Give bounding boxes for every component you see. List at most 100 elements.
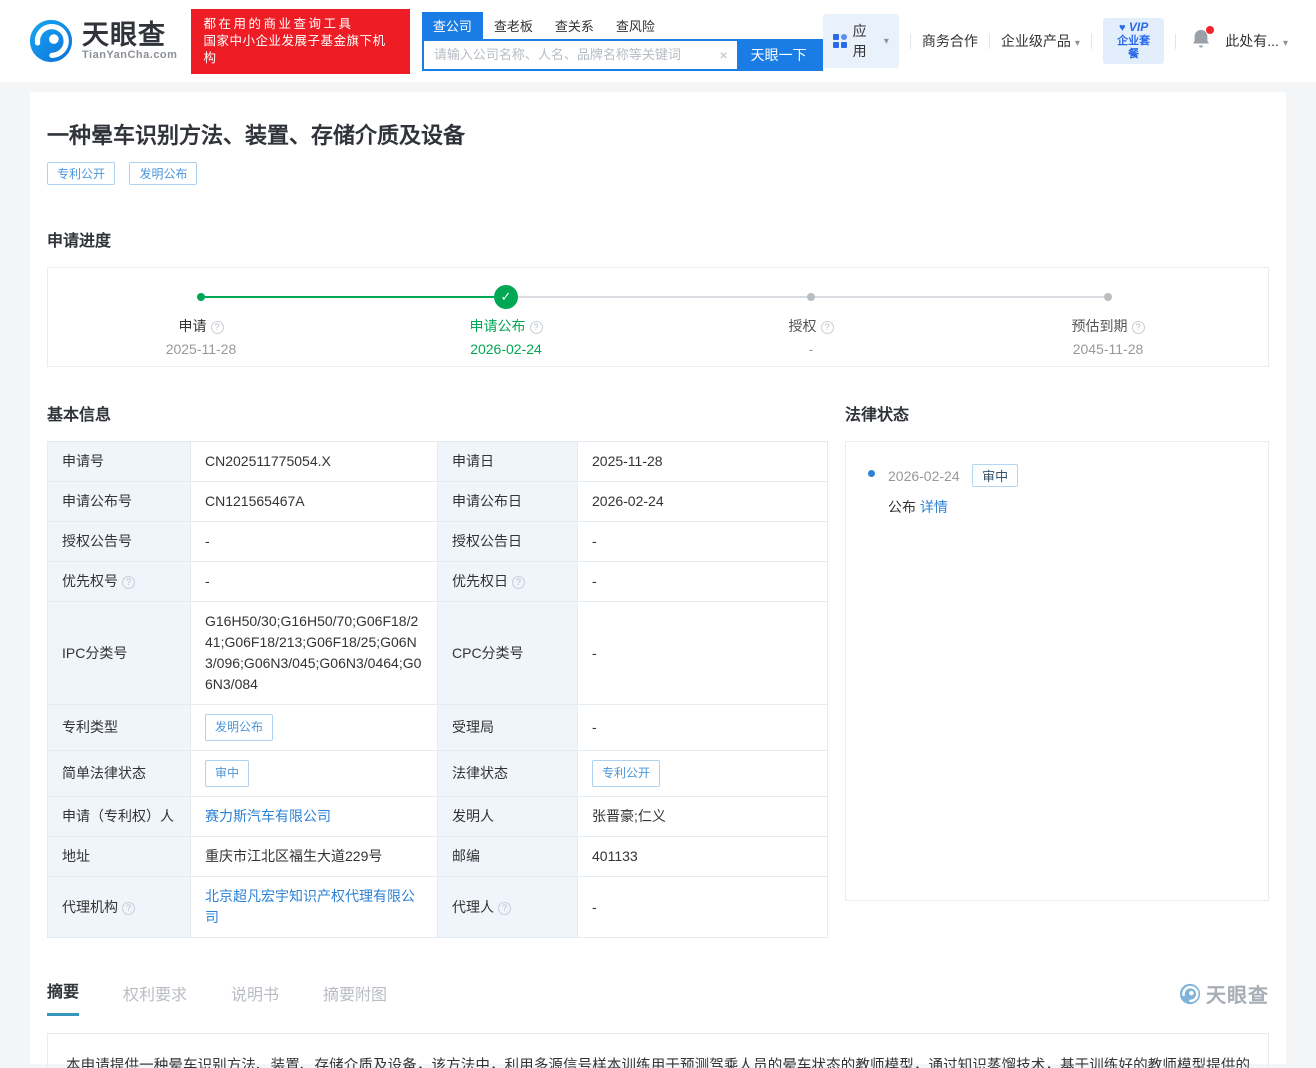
field-label: 地址 — [47, 836, 191, 877]
tab-claims[interactable]: 权利要求 — [123, 981, 187, 1016]
field-value: 发明公布 — [190, 704, 438, 751]
field-value: - — [577, 704, 828, 751]
title-tags: 专利公开 发明公布 — [47, 162, 1269, 185]
apps-grid-icon — [832, 34, 847, 48]
clear-icon[interactable]: × — [711, 41, 737, 69]
status-badge: 审中 — [205, 760, 250, 787]
eye-logo-icon — [29, 19, 73, 63]
progress-step: 申请公布? 2026-02-24 — [469, 318, 543, 357]
agency-link[interactable]: 北京超凡宏宇知识产权代理有限公司 — [205, 888, 415, 925]
timeline-segment-done — [201, 296, 506, 298]
applicant-link[interactable]: 赛力斯汽车有限公司 — [205, 808, 331, 824]
tab-description[interactable]: 说明书 — [231, 981, 279, 1016]
field-value: 重庆市江北区福生大道229号 — [190, 836, 438, 877]
legal-action: 公布 — [888, 499, 916, 515]
field-label: 专利类型 — [47, 704, 191, 751]
field-value: 专利公开 — [577, 750, 828, 797]
field-value: 401133 — [577, 836, 828, 877]
search-tab-risk[interactable]: 查风险 — [605, 12, 666, 39]
field-value: - — [190, 521, 438, 562]
help-icon[interactable]: ? — [1131, 321, 1145, 334]
table-row: 地址 重庆市江北区福生大道229号 邮编 401133 — [47, 836, 828, 877]
field-value: - — [577, 521, 828, 562]
tab-abstract[interactable]: 摘要 — [47, 978, 80, 1016]
search-box: × 天眼一下 — [421, 38, 823, 71]
slogan-line1: 都在用的商业查询工具 — [203, 16, 354, 31]
field-label: 邮编 — [437, 836, 578, 877]
notification-dot — [1206, 25, 1215, 34]
field-label: 申请（专利权）人 — [47, 796, 191, 837]
help-icon[interactable]: ? — [529, 321, 543, 334]
legal-status-date: 2026-02-24 — [888, 468, 960, 484]
field-label: 受理局 — [437, 704, 578, 751]
details-link[interactable]: 详情 — [920, 499, 948, 515]
chevron-down-icon: ▾ — [1074, 38, 1080, 49]
step-dot-done — [197, 293, 205, 301]
search-tab-boss[interactable]: 查老板 — [483, 12, 544, 39]
top-bar: 天眼查 TianYanCha.com 都在用的商业查询工具 国家中小企业发展子基… — [0, 0, 1316, 82]
apps-menu[interactable]: 应用 ▾ — [822, 14, 899, 68]
field-value: 北京超凡宏宇知识产权代理有限公司 — [190, 876, 438, 938]
tianyancha-logo[interactable]: 天眼查 TianYanCha.com — [28, 18, 177, 64]
field-value: - — [190, 561, 438, 602]
user-menu[interactable]: 此处有... ▾ — [1225, 31, 1288, 51]
timeline-segment-pending — [506, 296, 811, 298]
field-label: 申请号 — [47, 441, 191, 482]
basic-info-title: 基本信息 — [47, 407, 112, 424]
abstract-text: 本申请提供一种晕车识别方法、装置、存储介质及设备，该方法中，利用多源信号样本训练… — [66, 1058, 1250, 1068]
nav-enterprise-products[interactable]: 企业级产品 ▾ — [1001, 31, 1080, 51]
nav-biz-cooperation[interactable]: 商务合作 — [922, 31, 978, 51]
field-label: 发明人 — [437, 796, 578, 837]
table-row: 优先权号? - 优先权日? - — [47, 561, 828, 602]
legal-status-title: 法律状态 — [845, 407, 910, 424]
help-icon[interactable]: ? — [122, 576, 135, 589]
page-title: 一种晕车识别方法、装置、存储介质及设备 — [47, 123, 466, 148]
chevron-down-icon: ▾ — [883, 35, 889, 47]
detail-tabs: 摘要 权利要求 说明书 摘要附图 天眼查 — [47, 978, 1269, 1016]
help-icon[interactable]: ? — [210, 321, 224, 334]
help-icon[interactable]: ? — [498, 901, 511, 915]
help-icon[interactable]: ? — [820, 321, 834, 334]
slogan-line2: 国家中小企业发展子基金旗下机构 — [203, 33, 386, 65]
logo-text-cn: 天眼查 — [82, 20, 166, 50]
slogan-badge: 都在用的商业查询工具 国家中小企业发展子基金旗下机构 — [191, 8, 410, 74]
tab-abstract-figure[interactable]: 摘要附图 — [323, 981, 387, 1016]
field-value: - — [577, 561, 828, 602]
legal-status-item: 2026-02-24 审中 公布 详情 — [866, 464, 1248, 517]
progress-timeline: ✓ 申请? 2025-11-28 申请公布? 2026-02-24 授权? - … — [47, 267, 1269, 367]
field-label: 优先权号? — [47, 561, 191, 602]
help-icon[interactable]: ? — [122, 901, 135, 915]
field-label: 简单法律状态 — [47, 750, 191, 797]
progress-step: 预估到期? 2045-11-28 — [1071, 318, 1145, 357]
search-button[interactable]: 天眼一下 — [736, 40, 821, 69]
vip-package-badge[interactable]: ♥ VIP 企业套餐 — [1102, 18, 1165, 64]
search-input[interactable] — [423, 40, 711, 69]
help-icon[interactable]: ? — [512, 576, 525, 589]
patent-type-tag: 发明公布 — [129, 162, 198, 185]
step-dot-pending — [807, 293, 815, 301]
search-widget: 查公司 查老板 查关系 查风险 × 天眼一下 — [421, 11, 823, 71]
field-label: 优先权日? — [437, 561, 578, 602]
search-tab-relation[interactable]: 查关系 — [544, 12, 605, 39]
search-tab-company[interactable]: 查公司 — [421, 11, 483, 39]
table-row: 申请号 CN202511775054.X 申请日 2025-11-28 — [47, 441, 828, 482]
field-label: 授权公告日 — [437, 521, 578, 562]
logo-text-en: TianYanCha.com — [82, 49, 178, 61]
field-label: 代理人? — [437, 876, 578, 938]
top-nav: 应用 ▾ 商务合作 企业级产品 ▾ ♥ VIP 企业套餐 此处有... ▾ — [822, 14, 1288, 68]
field-value: 张晋豪;仁义 — [577, 796, 828, 837]
field-label: 申请公布日 — [437, 481, 578, 522]
table-row: 授权公告号 - 授权公告日 - — [47, 521, 828, 562]
divider — [1090, 33, 1092, 49]
field-value: 赛力斯汽车有限公司 — [190, 796, 438, 837]
field-label: 申请日 — [437, 441, 578, 482]
divider — [909, 33, 911, 49]
step-dot-pending — [1104, 293, 1112, 301]
vip-heart-icon: ♥ — [1118, 22, 1126, 34]
table-row: 申请公布号 CN121565467A 申请公布日 2026-02-24 — [47, 481, 828, 522]
table-row: 专利类型 发明公布 受理局 - — [47, 704, 828, 751]
field-value: - — [577, 601, 828, 705]
notifications-button[interactable] — [1191, 25, 1215, 55]
watermark-logo-icon — [1179, 983, 1201, 1004]
search-tabs: 查公司 查老板 查关系 查风险 — [421, 11, 823, 39]
